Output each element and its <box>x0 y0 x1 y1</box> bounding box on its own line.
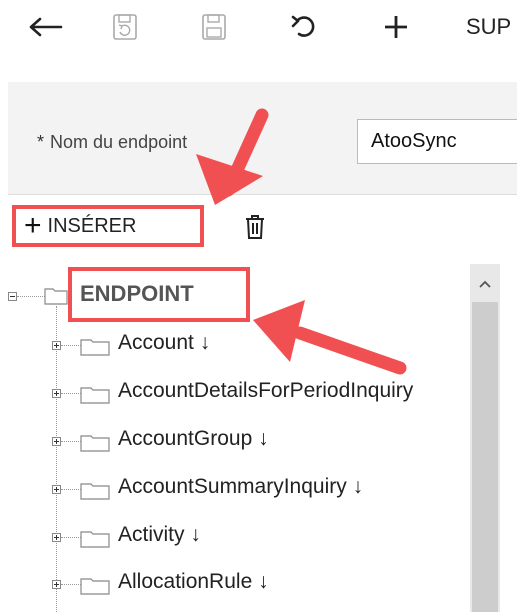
tree-node-label[interactable]: AllocationRule ↓ <box>118 570 269 594</box>
root-collapse-toggle[interactable] <box>8 292 17 301</box>
tree-connector <box>61 441 81 442</box>
tree-connector <box>61 584 81 585</box>
required-marker: * <box>37 132 45 152</box>
chevron-up-icon[interactable] <box>470 270 500 298</box>
plus-icon: + <box>24 209 42 242</box>
folder-icon <box>80 528 110 553</box>
arrow-left-icon[interactable] <box>28 12 64 42</box>
tree-node-label[interactable]: Activity ↓ <box>118 523 201 547</box>
discard-save-icon[interactable] <box>107 12 143 42</box>
tree-connector <box>61 489 81 490</box>
endpoint-name-label-text: Nom du endpoint <box>50 132 188 152</box>
save-icon[interactable] <box>196 12 232 42</box>
insert-button[interactable]: + INSÉRER <box>12 205 204 247</box>
expand-toggle[interactable] <box>52 437 61 446</box>
expand-toggle[interactable] <box>52 580 61 589</box>
endpoint-name-label: * Nom du endpoint <box>37 132 187 153</box>
undo-icon[interactable] <box>287 12 323 42</box>
folder-icon <box>80 480 110 505</box>
expand-toggle[interactable] <box>52 533 61 542</box>
plus-icon[interactable] <box>378 12 414 42</box>
folder-icon <box>80 336 110 361</box>
tree-guide-line <box>56 306 57 612</box>
top-toolbar: SUP <box>0 0 517 55</box>
tree-connector <box>61 345 81 346</box>
tree-node-label[interactable]: AccountDetailsForPeriodInquiry <box>118 379 470 403</box>
expand-toggle[interactable] <box>52 389 61 398</box>
trash-icon[interactable] <box>244 214 266 245</box>
endpoint-name-field[interactable]: AtooSync <box>357 119 517 164</box>
tree-connector <box>61 537 81 538</box>
expand-toggle[interactable] <box>52 485 61 494</box>
folder-icon <box>80 432 110 457</box>
tree-node-label[interactable]: AccountSummaryInquiry ↓ <box>118 475 363 499</box>
expand-toggle[interactable] <box>52 341 61 350</box>
scrollbar-thumb[interactable] <box>472 302 498 612</box>
folder-icon <box>80 384 110 409</box>
tree-connector <box>61 393 81 394</box>
tree-node-label[interactable]: AccountGroup ↓ <box>118 427 269 451</box>
sup-menu-item[interactable]: SUP <box>466 12 511 42</box>
folder-icon <box>80 575 110 600</box>
tree-node-label[interactable]: Account ↓ <box>118 331 210 355</box>
tree-connector <box>17 296 45 297</box>
insert-button-label: INSÉRER <box>47 214 137 237</box>
annotation-highlight-box <box>68 267 250 322</box>
